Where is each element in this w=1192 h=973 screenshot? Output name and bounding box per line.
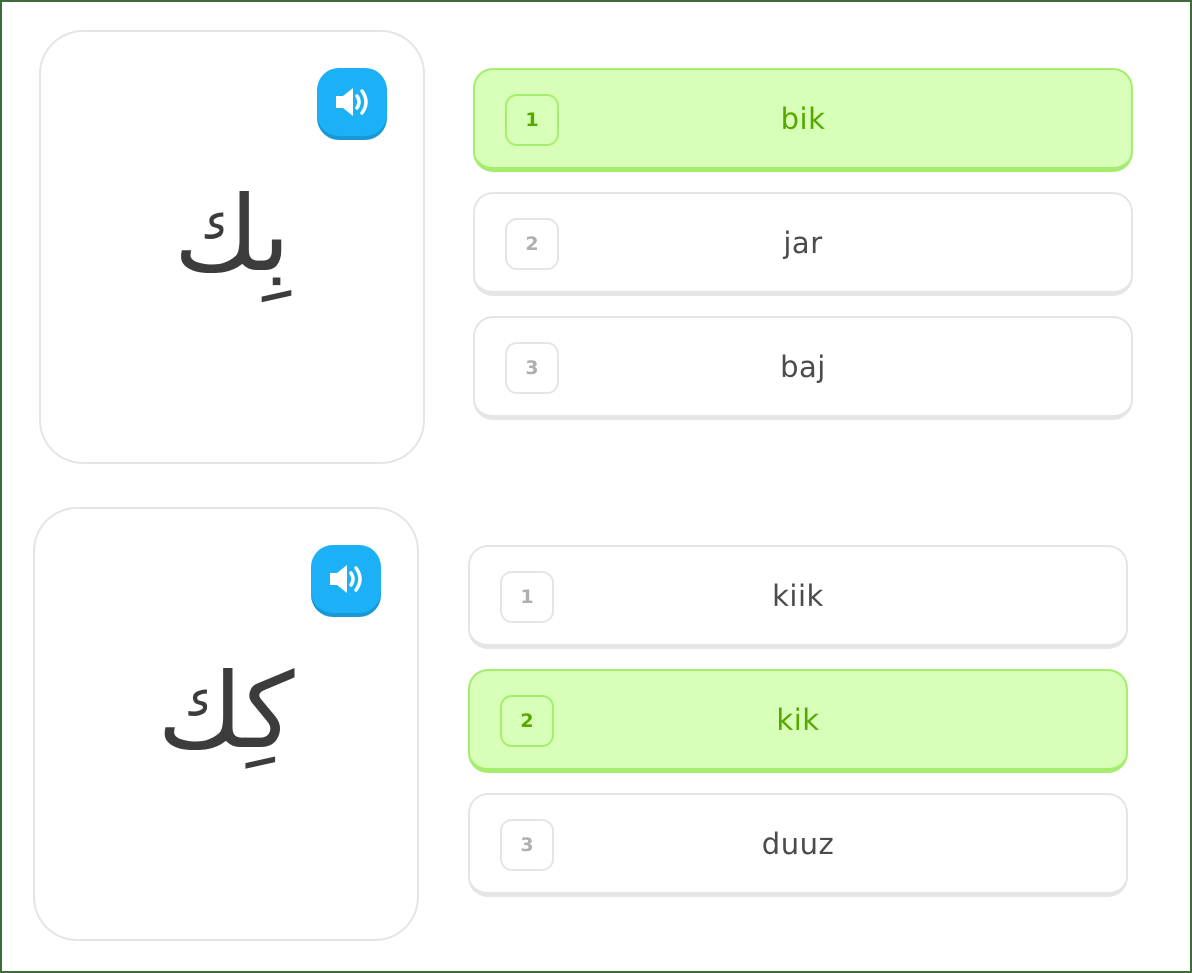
answer-option[interactable]: 1 bik [473, 68, 1133, 172]
option-label: jar [783, 226, 823, 260]
answer-option[interactable]: 2 jar [473, 192, 1133, 296]
option-label: bik [780, 102, 826, 136]
answer-option[interactable]: 3 baj [473, 316, 1133, 420]
play-audio-button[interactable] [311, 545, 381, 613]
play-audio-button[interactable] [317, 68, 387, 136]
speaker-icon [327, 562, 365, 596]
character-card-2: كِك [33, 507, 419, 941]
option-label: kik [776, 703, 820, 737]
character-card-1: بِك [39, 30, 425, 464]
answer-option[interactable]: 2 kik [468, 669, 1128, 773]
arabic-character: بِك [173, 173, 291, 295]
speaker-icon [333, 85, 371, 119]
arabic-character: كِك [157, 650, 295, 772]
answer-option[interactable]: 3 duuz [468, 793, 1128, 897]
exercise-frame: بِك 1 bik 2 jar 3 baj كِك 1 kiik 2 kik 3… [0, 0, 1192, 973]
option-label: kiik [772, 579, 824, 613]
option-label: baj [780, 350, 826, 384]
option-label: duuz [761, 827, 835, 861]
answer-option[interactable]: 1 kiik [468, 545, 1128, 649]
